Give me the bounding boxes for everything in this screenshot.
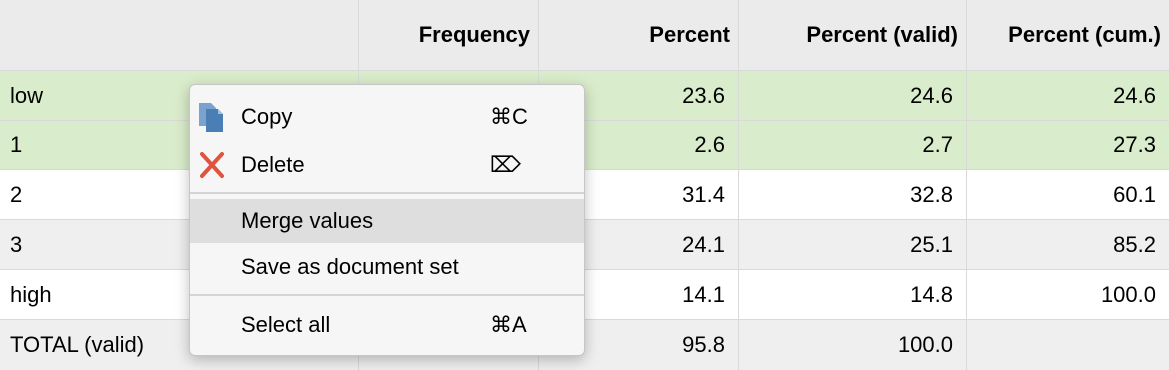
menu-item-label: Save as document set [241, 254, 459, 279]
menu-item-select-all[interactable]: Select all ⌘A [190, 303, 584, 347]
table-header-row: Frequency Percent Percent (valid) Percen… [0, 0, 1169, 71]
percent-valid-cell: 24.6 [739, 71, 967, 120]
menu-item-shortcut: ⌘A [490, 312, 527, 337]
percent-cum-cell: 85.2 [1113, 231, 1156, 257]
percent-cum-cell: 24.6 [1113, 82, 1156, 108]
menu-item-shortcut: ⌦ [490, 152, 522, 177]
menu-separator [190, 294, 584, 296]
menu-item-copy[interactable]: Copy ⌘C [190, 95, 584, 139]
delete-x-icon [196, 149, 228, 181]
menu-item-label: Copy [241, 104, 293, 129]
menu-item-shortcut: ⌘C [490, 104, 528, 129]
context-menu: Copy ⌘C Delete ⌦ Merge values Save as do… [189, 84, 585, 356]
menu-item-label: Select all [241, 312, 331, 337]
percent-cum-cell: 100.0 [1100, 281, 1156, 307]
menu-item-label: Merge values [241, 208, 374, 233]
menu-separator [190, 192, 584, 194]
header-cell-percent-cum[interactable]: Percent (cum.) [967, 0, 1169, 70]
header-cell-percent-valid[interactable]: Percent (valid) [739, 0, 967, 70]
percent-cum-cell: 60.1 [1113, 181, 1156, 207]
header-cell-percent[interactable]: Percent [539, 0, 739, 70]
menu-item-save-as-document-set[interactable]: Save as document set [190, 245, 584, 289]
header-cell-frequency[interactable]: Frequency [359, 0, 539, 70]
percent-valid-cell: 2.7 [739, 121, 967, 169]
menu-item-label: Delete [241, 152, 305, 177]
menu-item-delete[interactable]: Delete ⌦ [190, 143, 584, 187]
copy-icon [196, 101, 228, 133]
percent-cum-cell [967, 320, 1169, 370]
percent-valid-cell: 100.0 [739, 320, 967, 370]
header-cell-label[interactable] [0, 0, 359, 70]
percent-valid-cell: 14.8 [739, 270, 967, 319]
percent-valid-cell: 32.8 [739, 170, 967, 219]
menu-item-merge-values[interactable]: Merge values [190, 199, 584, 243]
percent-cum-cell: 27.3 [1113, 132, 1156, 157]
percent-valid-cell: 25.1 [739, 220, 967, 269]
